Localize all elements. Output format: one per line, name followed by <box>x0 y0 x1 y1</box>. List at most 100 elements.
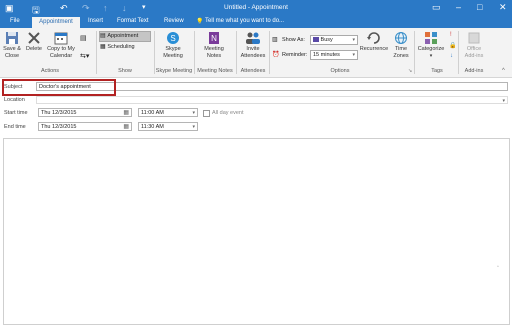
recurrence-button[interactable]: Recurrence <box>358 31 390 53</box>
divider <box>269 31 270 74</box>
divider <box>96 31 97 74</box>
group-options: Options <box>330 68 350 74</box>
office-add-ins-icon <box>468 32 480 44</box>
start-time-field[interactable]: 11:00 AM ▾ <box>138 108 198 117</box>
all-day-checkbox[interactable] <box>203 110 210 117</box>
tab-file[interactable]: File <box>10 18 20 24</box>
location-label: Location <box>4 97 25 103</box>
all-day-label: All day event <box>212 110 244 116</box>
group-skype-meeting: Skype Meeting <box>155 68 193 74</box>
scheduling-label: Scheduling <box>107 44 135 50</box>
collapse-ribbon-icon[interactable]: ^ <box>502 68 505 74</box>
show-as-icon: ▥ <box>272 37 278 43</box>
resize-corner-icon: ▫ <box>497 264 499 270</box>
tab-insert[interactable]: Insert <box>88 18 103 24</box>
appointment-view-icon: ▤ <box>100 33 106 39</box>
title-bar: ▣ 🖫 ↶ ↷ ↑ ↓ ▾ Untitled - Appointment ▭ –… <box>0 0 512 16</box>
end-date-field[interactable]: Thu 12/3/2015 ▦ <box>38 122 132 131</box>
show-as-value: Busy <box>320 37 333 43</box>
chevron-down-icon: ▾ <box>502 98 505 104</box>
private-lock-icon[interactable]: 🔒 <box>449 42 456 49</box>
svg-text:S: S <box>170 34 175 43</box>
categorize-icon <box>425 32 437 44</box>
high-importance-icon[interactable]: ! <box>450 32 452 38</box>
invite-attendees-button[interactable]: Invite Attendees <box>238 31 268 59</box>
lightbulb-icon: 💡 <box>196 19 204 25</box>
delete-button[interactable]: Delete <box>24 31 44 53</box>
location-input[interactable]: ▾ <box>36 96 508 104</box>
group-show: Show <box>118 68 132 74</box>
time-zones-label-2: Zones <box>393 52 409 59</box>
group-tags: Tags <box>431 68 443 74</box>
delete-label: Delete <box>26 46 42 52</box>
save-close-icon <box>6 32 18 44</box>
copy-label-2: Calendar <box>49 52 73 59</box>
group-meeting-notes: Meeting Notes <box>197 68 233 74</box>
appointment-view-label: Appointment <box>107 33 139 39</box>
skype-label-2: Meeting <box>163 52 183 59</box>
svg-text:N: N <box>211 34 217 43</box>
onenote-icon: N <box>209 32 219 44</box>
copy-label-1: Copy to My <box>47 46 75 52</box>
group-add-ins: Add-ins <box>464 68 484 74</box>
tab-appointment[interactable]: Appointment <box>32 17 80 28</box>
start-time-label: Start time <box>4 110 28 116</box>
meeting-notes-button[interactable]: N Meeting Notes <box>198 31 230 59</box>
invite-label-2: Attendees <box>240 52 266 59</box>
start-date-value: Thu 12/3/2015 <box>41 110 77 116</box>
reminder-label: Reminder: <box>282 52 308 58</box>
skype-meeting-button[interactable]: S Skype Meeting <box>157 31 189 59</box>
delete-icon <box>28 32 40 44</box>
group-actions: Actions <box>40 68 60 74</box>
end-time-label: End time <box>4 124 26 130</box>
start-time-value: 11:00 AM <box>141 110 164 116</box>
reminder-value: 15 minutes <box>313 52 340 58</box>
scheduling-button[interactable]: ▦ Scheduling <box>100 43 150 52</box>
save-close-label-2: Close <box>4 52 20 59</box>
chevron-down-icon: ▾ <box>192 110 195 116</box>
show-as-dropdown[interactable]: Busy ▾ <box>310 35 358 45</box>
save-close-button[interactable]: Save & Close <box>2 31 22 59</box>
ribbon-tabs: File Appointment Insert Format Text Revi… <box>0 16 512 28</box>
categorize-button[interactable]: Categorize ▾ <box>416 31 446 59</box>
end-date-value: Thu 12/3/2015 <box>41 124 77 130</box>
appointment-view-button[interactable]: ▤ Appointment <box>99 31 151 42</box>
more-actions-icon[interactable]: ⇆▾ <box>80 52 89 60</box>
show-as-label: Show As: <box>282 37 305 43</box>
forward-icon[interactable]: ▤ <box>80 34 87 42</box>
save-close-label-1: Save & <box>3 46 21 52</box>
appointment-body-editor[interactable] <box>3 138 510 325</box>
start-date-field[interactable]: Thu 12/3/2015 ▦ <box>38 108 132 117</box>
calendar-icon[interactable]: ▦ <box>123 109 129 118</box>
attendees-icon <box>246 32 260 44</box>
options-launcher-icon[interactable]: ↘ <box>408 68 412 74</box>
add-ins-label-2: Add-ins <box>464 52 484 59</box>
ribbon-display-options-icon[interactable]: ▭ <box>432 2 441 13</box>
tab-format-text[interactable]: Format Text <box>117 18 149 24</box>
chevron-down-icon: ▾ <box>192 124 195 130</box>
busy-swatch <box>313 37 319 43</box>
divider <box>236 31 237 74</box>
categorize-label: Categorize <box>417 46 445 52</box>
scheduling-icon: ▦ <box>100 44 106 50</box>
maximize-icon[interactable]: □ <box>477 2 482 12</box>
office-add-ins-button[interactable]: Office Add-ins <box>461 31 487 59</box>
recurrence-label: Recurrence <box>359 46 389 52</box>
chevron-down-icon: ▾ <box>429 52 433 59</box>
end-time-field[interactable]: 11:30 AM ▾ <box>138 122 198 131</box>
chevron-down-icon: ▾ <box>352 37 355 43</box>
globe-icon <box>395 32 407 44</box>
close-icon[interactable]: ✕ <box>499 2 507 13</box>
reminder-dropdown[interactable]: 15 minutes ▾ <box>310 50 358 60</box>
low-importance-icon[interactable]: ↓ <box>450 53 453 59</box>
calendar-icon[interactable]: ▦ <box>123 123 129 132</box>
minimize-icon[interactable]: – <box>456 2 461 12</box>
divider <box>414 31 415 74</box>
reminder-icon: ⏰ <box>272 52 280 58</box>
calendar-copy-icon <box>54 32 68 45</box>
time-zones-button[interactable]: Time Zones <box>390 31 412 59</box>
ribbon: Save & Close Delete Copy to My Calendar … <box>0 28 512 78</box>
tab-review[interactable]: Review <box>164 18 184 24</box>
tell-me-search[interactable]: Tell me what you want to do... <box>205 18 284 24</box>
copy-to-my-calendar-button[interactable]: Copy to My Calendar <box>45 31 77 59</box>
